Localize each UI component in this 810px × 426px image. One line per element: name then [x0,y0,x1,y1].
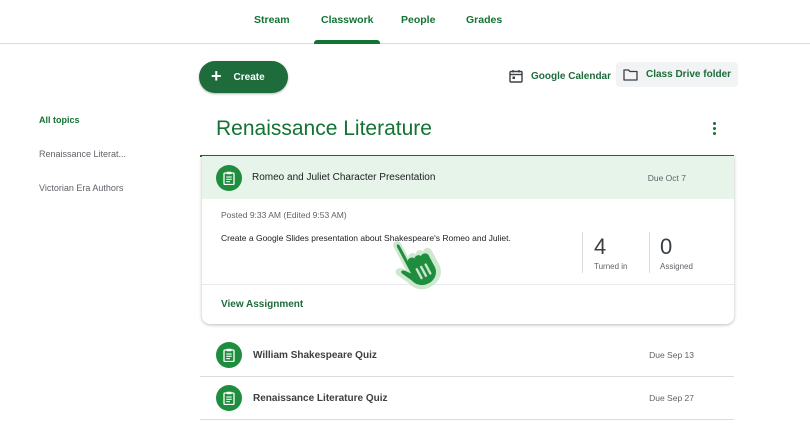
stat-divider [582,232,583,273]
tab-grades[interactable]: Grades [466,14,502,26]
class-drive-folder-link[interactable]: Class Drive folder [616,62,739,87]
folder-icon [623,69,638,81]
class-drive-folder-label: Class Drive folder [646,69,732,80]
topic-title: Renaissance Literature [216,117,432,140]
calendar-icon [509,70,523,83]
assignment-due-date: Due Oct 7 [647,172,686,183]
assignment-row-title: William Shakespeare Quiz [253,349,377,361]
assignment-card-header[interactable]: Romeo and Juliet Character Presentation … [202,156,734,199]
assignment-row-title: Renaissance Literature Quiz [253,392,388,404]
assignment-icon [216,385,242,411]
turned-in-label: Turned in [594,262,628,271]
assignment-row[interactable]: William Shakespeare Quiz Due Sep 13 [200,334,734,377]
assignment-icon [216,342,242,368]
sidebar-item-victorian-era-authors[interactable]: Victorian Era Authors [39,183,123,193]
assignment-row-due: Due Sep 13 [649,350,694,360]
posted-timestamp: Posted 9:33 AM (Edited 9:53 AM) [221,210,347,220]
google-calendar-label: Google Calendar [531,70,612,82]
assignment-card-expanded: Romeo and Juliet Character Presentation … [202,156,734,324]
sidebar-item-renaissance-literature[interactable]: Renaissance Literat... [39,149,126,159]
google-calendar-link[interactable]: Google Calendar [509,64,611,88]
assignment-row-due: Due Sep 27 [649,393,694,403]
create-button-label: Create [233,71,265,83]
tab-stream[interactable]: Stream [254,14,290,26]
assigned-count[interactable]: 0 [660,234,672,260]
assignment-icon [216,164,242,191]
active-tab-indicator [314,40,380,44]
assignment-description: Create a Google Slides presentation abou… [221,233,511,243]
top-nav: Stream Classwork People Grades [0,0,810,44]
create-button[interactable]: + Create [199,61,288,93]
tab-classwork[interactable]: Classwork [321,14,374,26]
view-assignment-link[interactable]: View Assignment [221,299,303,310]
sidebar-item-all-topics[interactable]: All topics [39,115,80,125]
stat-divider [649,232,650,273]
assignment-row[interactable]: Renaissance Literature Quiz Due Sep 27 [200,377,734,420]
assignment-title: Romeo and Juliet Character Presentation [252,172,436,183]
plus-icon: + [211,66,222,86]
card-divider [202,284,734,285]
assigned-label: Assigned [660,262,693,271]
tab-people[interactable]: People [401,14,435,26]
more-options-icon[interactable] [708,122,720,138]
turned-in-count[interactable]: 4 [594,234,606,260]
